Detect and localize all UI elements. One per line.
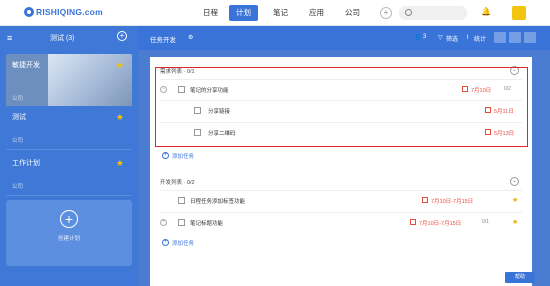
watermark-title: 当下软件园 xyxy=(440,240,506,255)
plan-group-selector[interactable]: 测试 (3) xyxy=(50,33,75,43)
chart-icon[interactable]: ⌇ xyxy=(466,34,469,41)
new-plan-button[interactable]: + 创建计划 xyxy=(6,200,132,266)
calendar-icon xyxy=(410,219,416,225)
plus-icon: + xyxy=(60,210,78,228)
task-checkbox[interactable] xyxy=(178,219,185,226)
people-icon[interactable]: 👤 xyxy=(414,34,421,41)
task-date[interactable]: 7月10日-7月15日 xyxy=(431,197,473,205)
calendar-icon xyxy=(422,197,428,203)
star-icon[interactable]: ★ xyxy=(116,112,124,123)
task-label: 笔记标题功能 xyxy=(190,221,224,227)
brand-logo[interactable]: RISHIQING.com xyxy=(36,7,103,17)
search-input[interactable] xyxy=(399,6,467,20)
plan-card-work[interactable]: 工作计划 公司 ★ xyxy=(6,152,132,196)
members-count[interactable]: 3 xyxy=(423,34,426,40)
sidebar-header: ≡ 测试 (3) + xyxy=(0,26,138,50)
plan-owner: 公司 xyxy=(12,138,24,144)
add-task-icon[interactable]: + xyxy=(162,152,169,159)
new-plan-label: 创建计划 xyxy=(57,236,80,242)
plan-owner: 公司 xyxy=(12,184,24,190)
section-title[interactable]: 开发列表 · 0/2 xyxy=(160,178,195,186)
search-icon xyxy=(405,9,412,16)
nav-schedule[interactable]: 日程 xyxy=(196,5,225,21)
add-task-link[interactable]: 添加任务 xyxy=(172,152,194,160)
filter-icon[interactable]: ▽ xyxy=(438,34,443,41)
task-row[interactable]: 日程任务添加标签功能 7月10日-7月15日 ★ xyxy=(160,190,522,210)
highlight-box xyxy=(155,67,528,147)
watermark-logo-icon xyxy=(410,233,436,259)
plus-circle-icon[interactable]: + xyxy=(380,7,392,19)
sidebar: ≡ 测试 (3) + 敏捷开发 公司 ★ 测试 公司 ★ 工作计划 公司 ★ +… xyxy=(0,26,138,286)
settings-icon[interactable]: ⚙ xyxy=(188,34,193,41)
plan-name: 工作计划 xyxy=(12,160,40,167)
task-checkbox[interactable] xyxy=(178,197,185,204)
add-task-icon[interactable]: + xyxy=(162,239,169,246)
nav-company[interactable]: 公司 xyxy=(338,5,367,21)
project-selector[interactable]: 任务开发 xyxy=(150,34,176,44)
watermark-url: www.downxia.com xyxy=(440,257,503,264)
add-task-link[interactable]: 添加任务 xyxy=(172,239,194,247)
plan-card-agile[interactable]: 敏捷开发 公司 ★ xyxy=(6,54,132,108)
bell-icon[interactable]: 🔔 xyxy=(481,7,491,16)
star-icon[interactable]: ★ xyxy=(116,158,124,169)
top-bar: RISHIQING.com 日程 计划 笔记 应用 公司 + 🔔 xyxy=(0,0,550,26)
board-view-icon[interactable] xyxy=(509,32,521,43)
filter-button[interactable]: 筛选 xyxy=(446,34,458,43)
help-button[interactable]: 帮助 xyxy=(505,272,535,283)
plan-owner: 公司 xyxy=(12,96,24,102)
list-view-icon[interactable] xyxy=(494,32,506,43)
main-header: 任务开发 ⚙ 👤 3 ▽ 筛选 ⌇ 统计 xyxy=(138,26,550,50)
task-label: 日程任务添加标签功能 xyxy=(190,199,246,205)
add-plan-icon[interactable]: + xyxy=(117,31,127,41)
nav-plan[interactable]: 计划 xyxy=(229,5,258,21)
plan-name: 敏捷开发 xyxy=(12,62,40,69)
star-icon[interactable]: ★ xyxy=(512,196,518,204)
expand-icon[interactable]: + xyxy=(160,219,167,226)
collapse-icon[interactable]: ⌄ xyxy=(510,177,519,186)
star-icon[interactable]: ★ xyxy=(512,218,518,226)
logo-icon xyxy=(24,7,34,17)
task-row[interactable]: + 笔记标题功能 7月10日-7月15日 0/1 ★ xyxy=(160,212,522,232)
menu-icon[interactable]: ≡ xyxy=(7,33,12,43)
stats-button[interactable]: 统计 xyxy=(474,34,486,43)
task-date[interactable]: 7月10日-7月15日 xyxy=(419,219,461,227)
star-icon[interactable]: ★ xyxy=(116,60,124,71)
plan-name: 测试 xyxy=(12,114,26,121)
plan-card-test[interactable]: 测试 公司 ★ xyxy=(6,106,132,150)
nav-apps[interactable]: 应用 xyxy=(302,5,331,21)
nav-notes[interactable]: 笔记 xyxy=(266,5,295,21)
timeline-view-icon[interactable] xyxy=(524,32,536,43)
subtask-count: 0/1 xyxy=(482,219,489,225)
avatar[interactable] xyxy=(512,6,526,20)
